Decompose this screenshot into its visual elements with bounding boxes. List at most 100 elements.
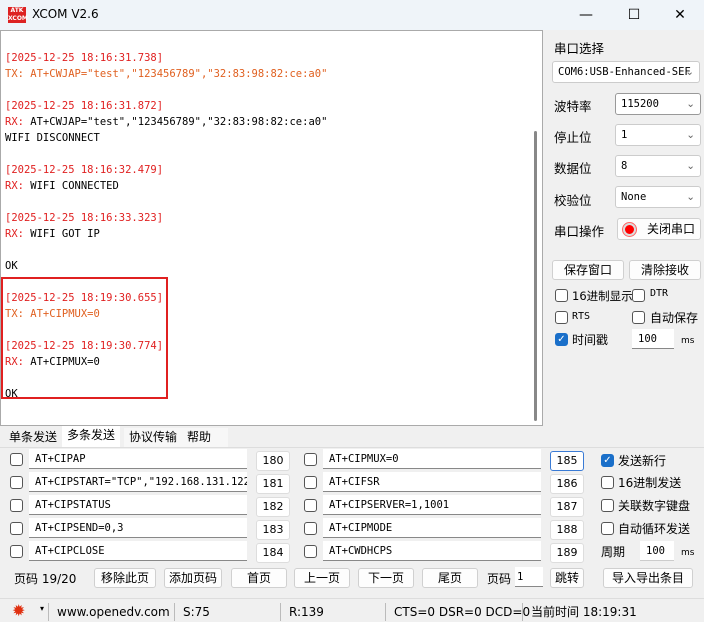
remove-page-button[interactable]: 移除此页 bbox=[94, 568, 156, 588]
command-checkbox[interactable] bbox=[304, 476, 317, 489]
send-command-button[interactable]: 182 bbox=[256, 497, 290, 517]
command-input[interactable]: AT+CIPSEND=0,3 bbox=[29, 518, 247, 538]
maximize-button[interactable]: ☐ bbox=[614, 4, 654, 26]
scrollbar-thumb[interactable] bbox=[534, 131, 537, 421]
highlight-box bbox=[1, 277, 168, 399]
page-indicator: 页码 19/20 bbox=[14, 572, 77, 586]
title-bar: ATK XCOM XCOM V2.6 — ☐ ✕ bbox=[0, 0, 704, 30]
tab-multi-send[interactable]: 多条发送 bbox=[62, 426, 121, 447]
log-text: AT+CWJAP="test","123456789","32:83:98:82… bbox=[23, 116, 328, 128]
next-page-button[interactable]: 下一页 bbox=[358, 568, 414, 588]
log-scrollbar[interactable] bbox=[531, 31, 542, 425]
port-select[interactable]: COM6:USB-Enhanced-SEF ⌄ bbox=[552, 61, 700, 83]
period-ms-label: ms bbox=[681, 548, 695, 558]
send-command-button[interactable]: 185 bbox=[550, 451, 584, 471]
window-title: XCOM V2.6 bbox=[32, 7, 99, 21]
port-op-label: 串口操作 bbox=[554, 224, 605, 239]
command-input[interactable]: AT+CIPMODE bbox=[323, 518, 541, 538]
save-window-button[interactable]: 保存窗口 bbox=[552, 260, 624, 280]
send-command-button[interactable]: 183 bbox=[256, 520, 290, 540]
send-newline-checkbox[interactable]: ✓ bbox=[601, 454, 614, 467]
chevron-down-icon: ⌄ bbox=[686, 129, 695, 141]
command-checkbox[interactable] bbox=[10, 453, 23, 466]
timestamp-checkbox[interactable]: ✓ bbox=[555, 333, 568, 346]
hex-send-label: 16进制发送 bbox=[618, 476, 682, 490]
command-checkbox[interactable] bbox=[10, 522, 23, 535]
command-checkbox[interactable] bbox=[10, 545, 23, 558]
command-input[interactable]: AT+CIFSR bbox=[323, 472, 541, 492]
data-bits-value: 8 bbox=[621, 160, 628, 172]
command-input[interactable]: AT+CWDHCPS bbox=[323, 541, 541, 561]
data-bits-select[interactable]: 8 ⌄ bbox=[615, 155, 701, 177]
baud-select[interactable]: 115200 ⌄ bbox=[615, 93, 701, 115]
command-input[interactable]: AT+CIPSERVER=1,1001 bbox=[323, 495, 541, 515]
parity-value: None bbox=[621, 191, 647, 203]
loop-send-checkbox[interactable] bbox=[601, 522, 614, 535]
chevron-down-icon: ⌄ bbox=[686, 98, 695, 110]
command-input[interactable]: AT+CIPAP bbox=[29, 449, 247, 469]
send-command-button[interactable]: 188 bbox=[550, 520, 584, 540]
command-input[interactable]: AT+CIPSTATUS bbox=[29, 495, 247, 515]
log-line: [2025-12-25 18:16:31.738] bbox=[5, 52, 164, 64]
send-command-button[interactable]: 181 bbox=[256, 474, 290, 494]
rts-checkbox[interactable] bbox=[555, 311, 568, 324]
period-input[interactable]: 100 bbox=[640, 541, 674, 561]
log-line: [2025-12-25 18:16:33.323] bbox=[5, 212, 164, 224]
command-checkbox[interactable] bbox=[10, 476, 23, 489]
clear-receive-button[interactable]: 清除接收 bbox=[629, 260, 701, 280]
tab-protocol[interactable]: 协议传输 bbox=[124, 428, 183, 447]
command-checkbox[interactable] bbox=[304, 453, 317, 466]
stop-bits-value: 1 bbox=[621, 129, 628, 141]
dtr-checkbox[interactable] bbox=[632, 289, 645, 302]
stop-bits-select[interactable]: 1 ⌄ bbox=[615, 124, 701, 146]
port-status-light-icon bbox=[623, 223, 636, 236]
close-port-button[interactable]: 关闭串口 bbox=[617, 218, 701, 240]
add-page-button[interactable]: 添加页码 bbox=[164, 568, 222, 588]
send-command-button[interactable]: 180 bbox=[256, 451, 290, 471]
send-command-button[interactable]: 186 bbox=[550, 474, 584, 494]
command-checkbox[interactable] bbox=[10, 499, 23, 512]
app-logo: ATK XCOM bbox=[8, 7, 28, 23]
log-line: OK bbox=[5, 260, 18, 272]
import-export-button[interactable]: 导入导出条目 bbox=[603, 568, 693, 588]
first-page-button[interactable]: 首页 bbox=[231, 568, 287, 588]
tab-single-send[interactable]: 单条发送 bbox=[4, 428, 62, 447]
send-command-button[interactable]: 184 bbox=[256, 543, 290, 563]
send-command-button[interactable]: 189 bbox=[550, 543, 584, 563]
log-line: TX: AT+CWJAP="test","123456789","32:83:9… bbox=[5, 68, 328, 80]
command-input[interactable]: AT+CIPCLOSE bbox=[29, 541, 247, 561]
timestamp-interval-input[interactable]: 100 bbox=[632, 329, 674, 349]
timestamp-label: 时间戳 bbox=[572, 333, 609, 347]
parity-select[interactable]: None ⌄ bbox=[615, 186, 701, 208]
chevron-down-icon: ⌄ bbox=[686, 160, 695, 172]
last-page-button[interactable]: 尾页 bbox=[422, 568, 478, 588]
tab-help[interactable]: 帮助 bbox=[182, 428, 228, 447]
close-button[interactable]: ✕ bbox=[660, 4, 700, 26]
chevron-down-icon: ⌄ bbox=[685, 66, 694, 78]
rx-prefix: RX: bbox=[5, 116, 24, 128]
numpad-checkbox[interactable] bbox=[601, 499, 614, 512]
command-checkbox[interactable] bbox=[304, 545, 317, 558]
stop-bits-label: 停止位 bbox=[554, 130, 592, 145]
hex-display-checkbox[interactable] bbox=[555, 289, 568, 302]
goto-page-input[interactable]: 1 bbox=[515, 567, 543, 587]
settings-gear-icon[interactable]: ✹ bbox=[12, 601, 25, 620]
log-line: [2025-12-25 18:16:31.872] bbox=[5, 100, 164, 112]
website-link[interactable]: www.openedv.com bbox=[48, 603, 170, 621]
rx-prefix: RX: bbox=[5, 228, 24, 240]
jump-button[interactable]: 跳转 bbox=[550, 568, 584, 588]
command-checkbox[interactable] bbox=[304, 522, 317, 535]
minimize-button[interactable]: — bbox=[566, 4, 606, 26]
autosave-checkbox[interactable] bbox=[632, 311, 645, 324]
hex-display-label: 16进制显示 bbox=[572, 289, 633, 303]
send-command-button[interactable]: 187 bbox=[550, 497, 584, 517]
command-input[interactable]: AT+CIPMUX=0 bbox=[323, 449, 541, 469]
port-value: COM6:USB-Enhanced-SEF bbox=[558, 66, 691, 78]
command-input[interactable]: AT+CIPSTART="TCP","192.168.131.122", bbox=[29, 472, 247, 492]
prev-page-button[interactable]: 上一页 bbox=[294, 568, 350, 588]
close-port-label: 关闭串口 bbox=[646, 222, 695, 236]
hex-send-checkbox[interactable] bbox=[601, 476, 614, 489]
dropdown-arrow-icon[interactable]: ▾ bbox=[40, 604, 44, 613]
log-line: RX: AT+CWJAP="test","123456789","32:83:9… bbox=[5, 114, 327, 130]
command-checkbox[interactable] bbox=[304, 499, 317, 512]
